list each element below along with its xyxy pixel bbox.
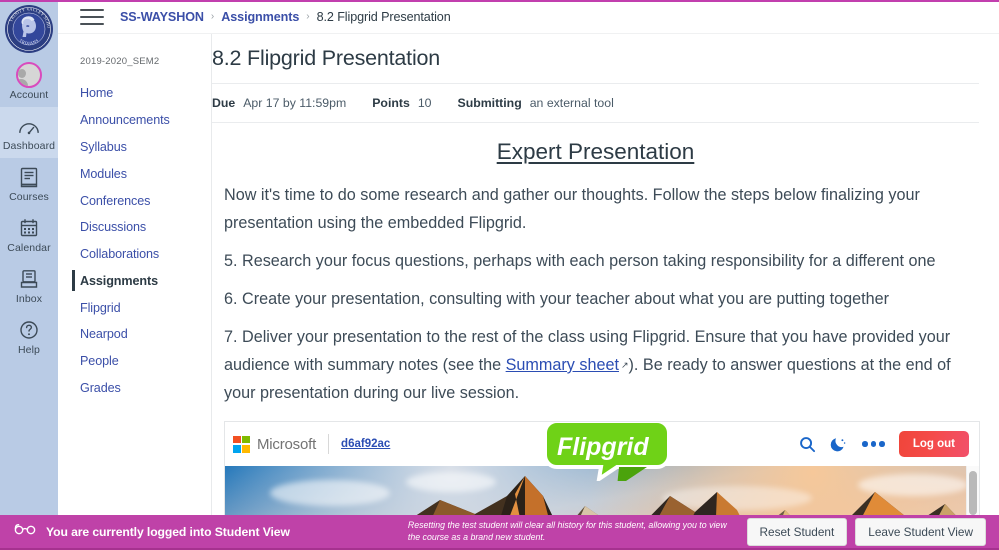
global-navigation: TRINITY VALLEY SCHOOL TROJANS Account: [0, 0, 58, 515]
course-nav-item-collaborations[interactable]: Collaborations: [58, 241, 211, 268]
global-nav-label-inbox: Inbox: [15, 293, 43, 305]
global-nav-item-dashboard[interactable]: Dashboard: [0, 107, 58, 158]
global-nav-label-help: Help: [18, 344, 40, 356]
flipgrid-logo: Flipgrid: [543, 422, 671, 487]
due-value: Apr 17 by 11:59pm: [243, 96, 347, 110]
global-nav-item-help[interactable]: Help: [0, 311, 58, 362]
moon-icon[interactable]: [830, 435, 848, 453]
student-view-note: Resetting the test student will clear al…: [407, 520, 727, 542]
question-circle-icon: [19, 317, 39, 343]
leave-student-view-button[interactable]: Leave Student View: [855, 517, 986, 546]
embed-scrollbar-track[interactable]: [966, 466, 979, 515]
course-nav-item-assignments[interactable]: Assignments: [58, 267, 211, 294]
microsoft-wordmark: Microsoft: [257, 435, 317, 453]
breadcrumb-item-current: 8.2 Flipgrid Presentation: [316, 9, 451, 24]
microsoft-logo: Microsoft: [233, 435, 317, 453]
inbox-icon: [19, 266, 39, 292]
search-icon[interactable]: [799, 436, 816, 453]
grid-code-link[interactable]: d6af92ac: [341, 438, 390, 450]
divider: [328, 434, 330, 454]
due-label: Due: [212, 96, 236, 110]
calendar-icon: [19, 215, 39, 241]
course-code: 2019-2020_SEM2: [80, 56, 160, 67]
top-bar: SS-WAYSHON › Assignments › 8.2 Flipgrid …: [58, 0, 999, 34]
course-nav-item-nearpod[interactable]: Nearpod: [58, 321, 211, 348]
flipgrid-embed[interactable]: Microsoft d6af92ac Log out Flipgrid: [224, 421, 980, 515]
course-nav-item-grades[interactable]: Grades: [58, 375, 211, 402]
course-nav-item-conferences[interactable]: Conferences: [58, 187, 211, 214]
page-title: 8.2 Flipgrid Presentation: [212, 46, 441, 70]
description-paragraph-final: 7. Deliver your presentation to the rest…: [212, 323, 979, 407]
global-nav-item-courses[interactable]: Courses: [0, 158, 58, 209]
summary-sheet-link[interactable]: Summary sheet: [506, 356, 619, 374]
global-nav-item-inbox[interactable]: Inbox: [0, 260, 58, 311]
breadcrumb-item-course[interactable]: SS-WAYSHON: [120, 10, 204, 24]
logout-button[interactable]: Log out: [898, 431, 969, 457]
assignment-meta: Due Apr 17 by 11:59pm Points 10 Submitti…: [212, 84, 979, 122]
course-nav-item-discussions[interactable]: Discussions: [58, 214, 211, 241]
course-navigation: 2019-2020_SEM2 Home Announcements Syllab…: [58, 34, 212, 515]
eyeglasses-icon: [14, 523, 36, 541]
hamburger-icon[interactable]: [80, 8, 104, 25]
course-nav-item-home[interactable]: Home: [58, 80, 211, 107]
global-nav-item-calendar[interactable]: Calendar: [0, 209, 58, 260]
breadcrumb-separator: ›: [210, 11, 215, 22]
description-paragraph: 5. Research your focus questions, perhap…: [224, 252, 936, 270]
course-nav-item-people[interactable]: People: [58, 348, 211, 375]
avatar-icon: [16, 62, 42, 88]
global-nav-label-courses: Courses: [9, 191, 49, 203]
school-logo[interactable]: TRINITY VALLEY SCHOOL TROJANS: [2, 2, 56, 56]
global-nav-label-calendar: Calendar: [7, 242, 51, 254]
top-accent-line: [0, 0, 999, 2]
global-nav-label-dashboard: Dashboard: [2, 140, 56, 152]
book-icon: [19, 164, 39, 190]
course-nav-item-modules[interactable]: Modules: [58, 160, 211, 187]
assignment-description: Expert Presentation Now it's time to do …: [212, 123, 979, 407]
student-view-bar: You are currently logged into Student Vi…: [0, 515, 999, 550]
submitting-label: Submitting: [457, 96, 522, 110]
points-label: Points: [372, 96, 410, 110]
course-nav-item-flipgrid[interactable]: Flipgrid: [58, 294, 211, 321]
external-link-icon: ↗: [620, 360, 629, 370]
breadcrumb-separator: ›: [306, 11, 310, 22]
svg-text:Flipgrid: Flipgrid: [557, 433, 649, 461]
global-nav-label-account: Account: [9, 89, 49, 101]
global-nav-item-account[interactable]: Account: [0, 56, 58, 107]
description-heading: Expert Presentation: [496, 139, 695, 164]
breadcrumb-item-assignments[interactable]: Assignments: [221, 10, 299, 24]
assignment-content: 8.2 Flipgrid Presentation Due Apr 17 by …: [212, 34, 999, 515]
description-paragraph: Now it's time to do some research and ga…: [224, 186, 920, 232]
course-nav-item-announcements[interactable]: Announcements: [58, 107, 211, 134]
course-nav-item-syllabus[interactable]: Syllabus: [58, 134, 211, 161]
points-value: 10: [417, 96, 432, 110]
description-paragraph: 6. Create your presentation, consulting …: [224, 290, 889, 308]
submitting-value: an external tool: [529, 96, 614, 110]
speedometer-icon: [18, 113, 40, 139]
breadcrumb: SS-WAYSHON › Assignments › 8.2 Flipgrid …: [120, 10, 451, 24]
microsoft-squares-icon: [233, 435, 250, 453]
reset-student-button[interactable]: Reset Student: [746, 517, 848, 546]
embed-scrollbar-thumb[interactable]: [968, 471, 977, 515]
student-view-message: You are currently logged into Student Vi…: [46, 524, 290, 539]
more-options-icon[interactable]: [862, 441, 885, 447]
